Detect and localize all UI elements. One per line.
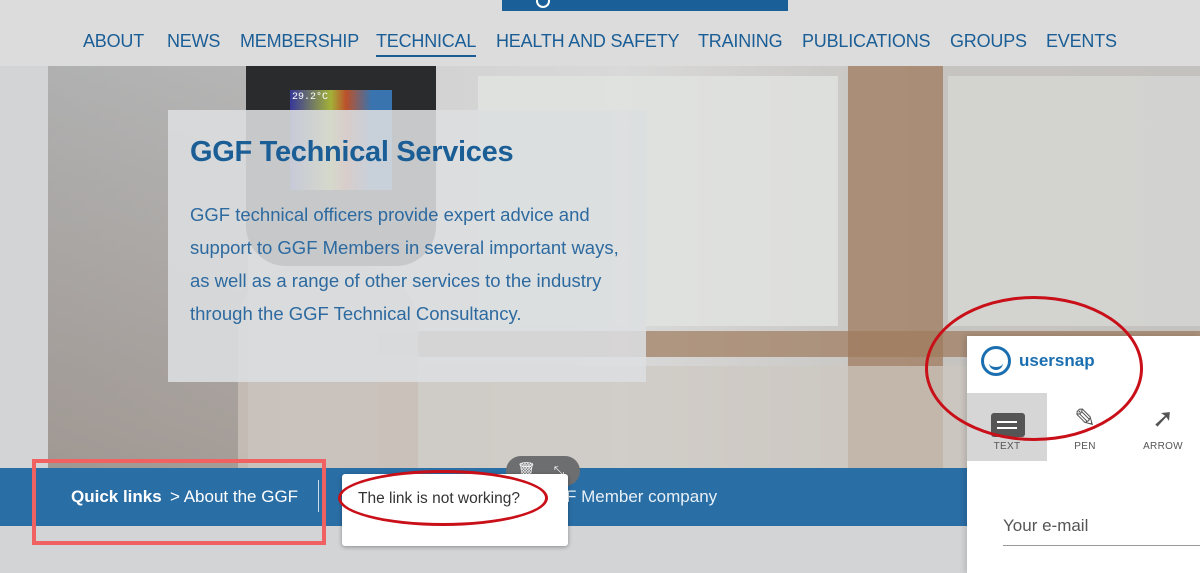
nav-item-groups[interactable]: GROUPS: [950, 31, 1027, 52]
nav-item-membership[interactable]: MEMBERSHIP: [240, 31, 359, 52]
tool-arrow[interactable]: ➚ ARROW: [1123, 393, 1200, 461]
tool-pen-label: PEN: [1074, 441, 1096, 452]
nav-item-training[interactable]: TRAINING: [698, 31, 783, 52]
tool-arrow-label: ARROW: [1143, 441, 1183, 452]
site-logo[interactable]: [502, 0, 788, 11]
ellipse-annotation-brand[interactable]: [925, 296, 1143, 441]
hero-description: GGF technical officers provide expert ad…: [190, 204, 619, 324]
page-title: GGF Technical Services: [190, 136, 514, 168]
highlight-rectangle-annotation[interactable]: [32, 459, 326, 545]
nav-item-technical[interactable]: TECHNICAL: [376, 31, 476, 57]
nav-item-health-and-safety[interactable]: HEALTH AND SAFETY: [496, 31, 680, 52]
nav-item-events[interactable]: EVENTS: [1046, 31, 1117, 52]
logo-icon: [536, 0, 550, 8]
tool-text-label: TEXT: [993, 441, 1021, 452]
email-field[interactable]: [1003, 506, 1200, 546]
site-header: ABOUT NEWS MEMBERSHIP TECHNICAL HEALTH A…: [0, 0, 1200, 66]
main-nav: ABOUT NEWS MEMBERSHIP TECHNICAL HEALTH A…: [0, 31, 1200, 57]
camera-temperature: 29.2°C: [292, 92, 329, 103]
ellipse-annotation-note[interactable]: [338, 470, 548, 526]
nav-item-news[interactable]: NEWS: [167, 31, 220, 52]
nav-item-about[interactable]: ABOUT: [83, 31, 144, 52]
hero-info-box: GGF Technical Services GGF technical off…: [168, 110, 646, 382]
quick-link-member-company[interactable]: F Member company: [566, 487, 717, 507]
nav-item-publications[interactable]: PUBLICATIONS: [802, 31, 930, 52]
arrow-icon: ➚: [1152, 403, 1174, 433]
